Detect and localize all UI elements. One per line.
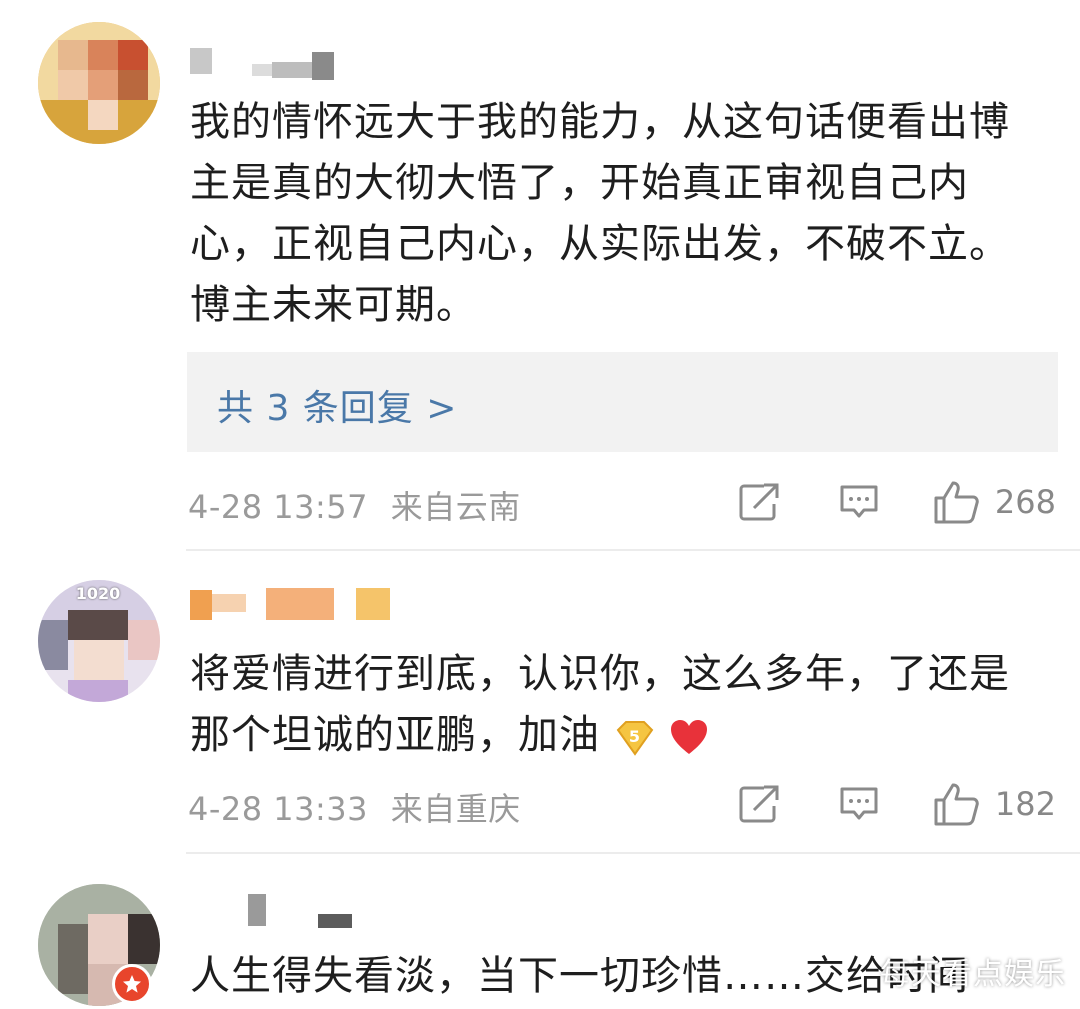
comment-text: 我的情怀远大于我的能力，从这句话便看出博主是真的大彻大悟了，开始真正审视自己内心…: [190, 99, 1010, 328]
comment-actions: 182: [729, 774, 1056, 834]
avatar[interactable]: [38, 22, 160, 144]
comment-button[interactable]: [829, 482, 889, 522]
medal-emoji-icon: 5: [616, 721, 654, 756]
share-button[interactable]: [729, 784, 789, 824]
share-icon: [739, 785, 779, 823]
divider: [186, 852, 1080, 854]
comment-1: 我的情怀远大于我的能力，从这句话便看出博主是真的大彻大悟了，开始真正审视自己内心…: [0, 0, 1080, 550]
avatar[interactable]: 1020: [38, 580, 160, 702]
view-replies-link[interactable]: 共 3 条回复 >: [217, 379, 457, 431]
comment-meta: 4-28 13:57 来自云南: [188, 482, 521, 528]
thumbs-up-icon: [934, 783, 979, 826]
username-redacted[interactable]: [190, 588, 390, 632]
avatar-badge-text: 1020: [75, 584, 121, 603]
like-count: 268: [994, 483, 1056, 521]
verified-badge-icon: [112, 964, 152, 1004]
comment-actions: 268: [729, 472, 1056, 532]
replies-box[interactable]: 共 3 条回复 >: [187, 352, 1058, 452]
like-button[interactable]: 182: [933, 782, 1056, 826]
comment-icon: [840, 485, 878, 518]
like-count: 182: [994, 785, 1056, 823]
thumbs-up-icon: [934, 481, 979, 524]
timestamp: 4-28 13:57: [188, 488, 369, 526]
timestamp: 4-28 13:33: [188, 790, 369, 828]
share-icon: [739, 483, 779, 521]
watermark: 每天看点娱乐: [880, 957, 1066, 992]
comment-icon: [840, 787, 878, 820]
share-button[interactable]: [729, 482, 789, 522]
username-redacted[interactable]: [190, 894, 352, 938]
username-redacted[interactable]: [190, 44, 334, 88]
location: 来自云南: [390, 488, 521, 526]
heart-icon: [671, 720, 708, 754]
comment-2: 1020 将爱情进行到底，认识你，这么多年，了还是那个坦诚的亚鹏，加油 5 4-…: [0, 552, 1080, 852]
comment-text: 将爱情进行到底，认识你，这么多年，了还是那个坦诚的亚鹏，加油 5: [190, 651, 1010, 758]
location: 来自重庆: [390, 790, 521, 828]
divider: [186, 549, 1080, 551]
comment-button[interactable]: [829, 784, 889, 824]
svg-text:5: 5: [629, 727, 641, 746]
comment-meta: 4-28 13:33 来自重庆: [188, 784, 521, 830]
like-button[interactable]: 268: [933, 480, 1056, 524]
